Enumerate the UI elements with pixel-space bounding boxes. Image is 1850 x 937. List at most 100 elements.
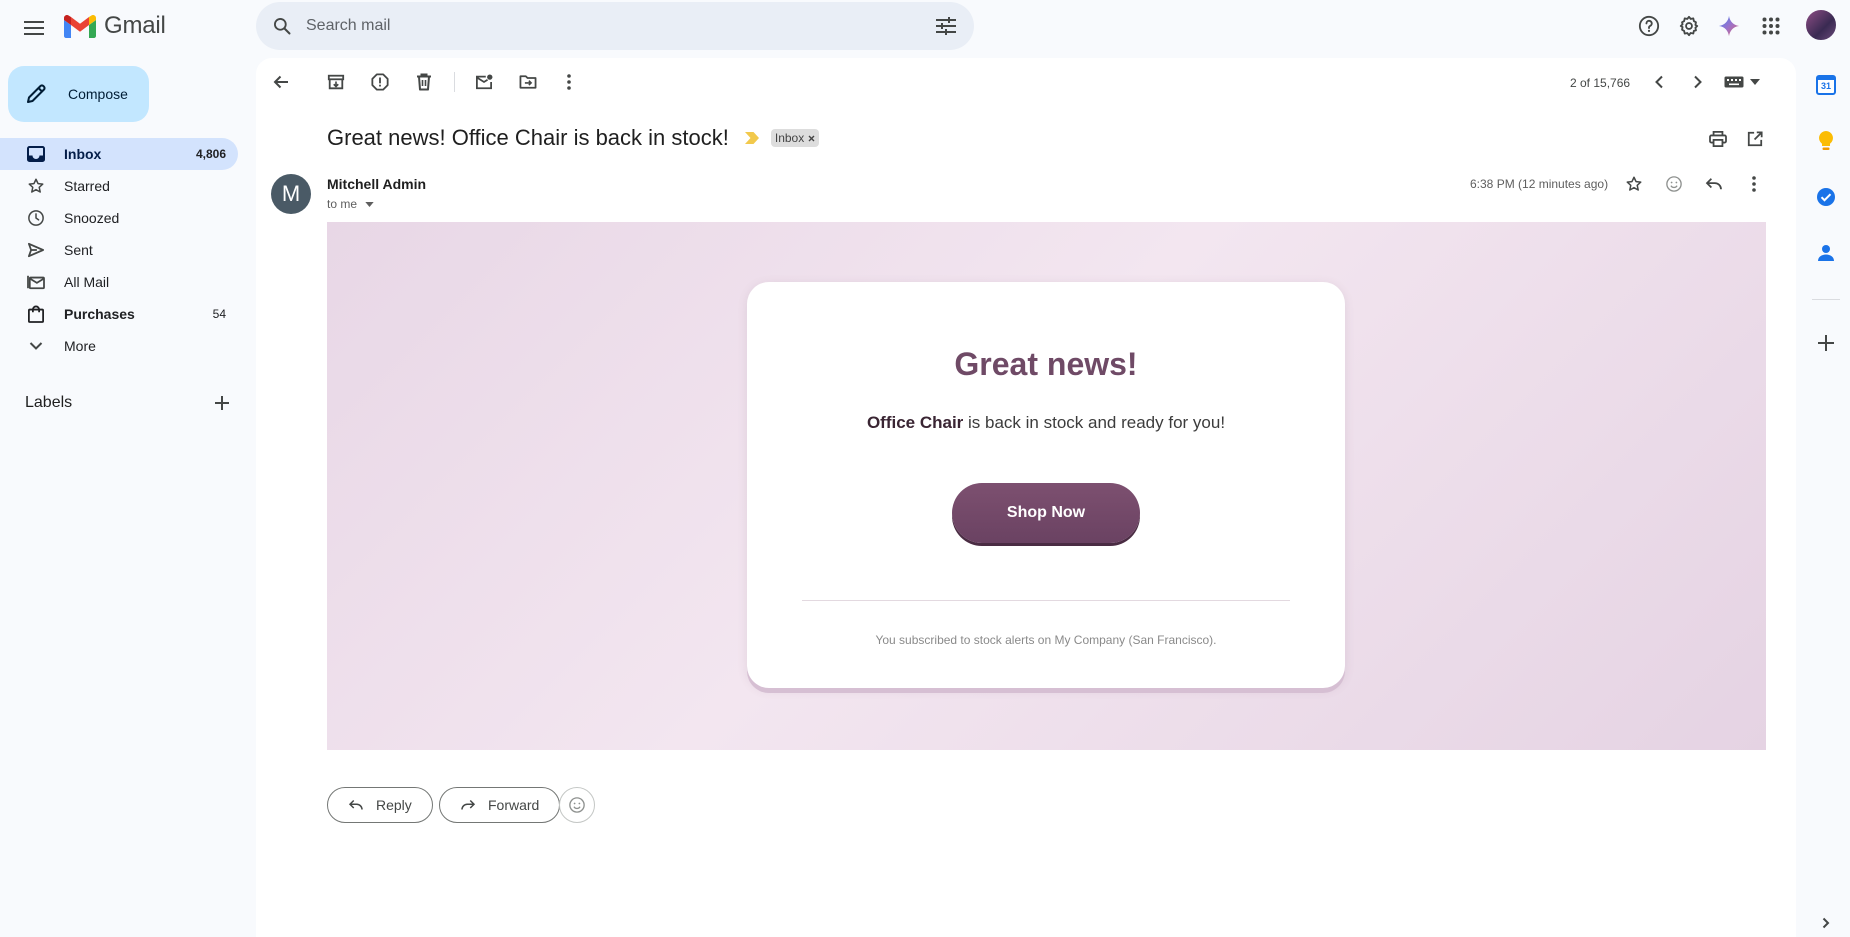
sidebar-item-label: Sent [64,242,93,258]
forward-button[interactable]: Forward [439,787,561,823]
message-more-button[interactable] [1736,166,1772,202]
email-heading: Great news! [954,346,1138,382]
archive-icon [327,73,345,91]
reply-label: Reply [376,797,412,813]
emoji-icon [1665,175,1683,193]
show-side-panel-button[interactable] [1808,910,1844,936]
sidebar-item-label: More [64,338,96,354]
move-to-button[interactable] [510,64,546,100]
contacts-person-icon [1818,244,1834,262]
apps-grid-icon[interactable] [1751,6,1791,46]
contacts-app-button[interactable] [1808,235,1844,271]
sender-name[interactable]: Mitchell Admin [327,176,426,192]
sidebar-item-label: Snoozed [64,210,120,226]
label-chip-text: Inbox [774,131,805,145]
keep-app-button[interactable] [1808,123,1844,159]
subject-row: Great news! Office Chair is back in stoc… [327,125,820,151]
pencil-icon [24,82,48,106]
search-bar[interactable] [256,2,974,50]
search-options-icon[interactable] [926,6,966,46]
label-chip-inbox[interactable]: Inbox [770,129,820,147]
hamburger-icon [24,21,44,35]
help-icon[interactable] [1629,6,1669,46]
recipient-details[interactable]: to me [327,197,374,211]
back-button[interactable] [263,64,299,100]
settings-gear-icon[interactable] [1669,6,1709,46]
delete-button[interactable] [406,64,442,100]
sidebar-item-purchases[interactable]: Purchases 54 [0,298,238,330]
star-outline-icon [1625,175,1643,193]
keyboard-icon [1724,76,1744,88]
more-actions-button[interactable] [551,64,587,100]
sidebar-item-inbox[interactable]: Inbox 4,806 [0,138,238,170]
mark-unread-icon [475,74,493,90]
compose-label: Compose [68,86,128,102]
search-input[interactable] [306,17,926,35]
emoji-reaction-button[interactable] [559,787,595,823]
tasks-app-button[interactable] [1808,179,1844,215]
emoji-icon [568,796,586,814]
calendar-day: 31 [1820,81,1831,91]
reply-icon [346,795,366,815]
sidebar-item-all-mail[interactable]: All Mail [0,266,238,298]
important-marker-icon[interactable] [744,132,759,144]
reply-icon-button[interactable] [1696,166,1732,202]
email-card: Great news! Office Chair is back in stoc… [747,282,1345,688]
trash-icon [416,73,432,91]
all-mail-icon [26,272,46,292]
message-subject: Great news! Office Chair is back in stoc… [327,125,729,150]
labels-header: Labels [25,388,237,418]
archive-button[interactable] [318,64,354,100]
sidebar-nav: Inbox 4,806 Starred Snoozed Sent All Mai… [0,138,256,362]
email-divider [802,600,1290,601]
print-all-button[interactable] [1700,121,1736,157]
more-vertical-icon [1752,176,1756,192]
sidebar-item-count: 54 [212,307,226,321]
calendar-icon: 31 [1816,75,1836,95]
add-label-icon[interactable] [207,388,237,418]
caret-down-icon [1750,79,1760,85]
recipient-text: to me [327,197,358,211]
sidebar-item-label: Purchases [64,306,135,322]
sidebar-item-sent[interactable]: Sent [0,234,238,266]
account-avatar[interactable] [1804,8,1838,42]
inbox-icon [26,144,46,164]
gemini-sparkle-icon[interactable] [1709,6,1749,46]
forward-icon [458,795,478,815]
gmail-m-icon [64,14,96,38]
report-spam-icon [371,73,389,91]
shopping-bag-icon [26,304,46,324]
sidebar-item-starred[interactable]: Starred [0,170,238,202]
remove-label-icon[interactable] [808,135,815,142]
clock-icon [26,208,46,228]
compose-button[interactable]: Compose [8,66,149,122]
mark-unread-button[interactable] [466,64,502,100]
open-new-window-button[interactable] [1737,121,1773,157]
email-message-rest: is back in stock and ready for you! [963,413,1226,432]
calendar-app-button[interactable]: 31 [1808,67,1844,103]
chevron-right-icon [1693,75,1703,89]
report-spam-button[interactable] [362,64,398,100]
reply-button[interactable]: Reply [327,787,433,823]
sender-avatar[interactable]: M [271,174,311,214]
search-icon[interactable] [258,2,306,50]
get-addons-button[interactable] [1808,325,1844,361]
sidebar-item-label: All Mail [64,274,110,290]
product-name: Office Chair [866,413,964,432]
newer-button[interactable] [1641,64,1677,100]
sidebar-item-more[interactable]: More [0,330,238,362]
labels-title: Labels [25,394,73,411]
star-message-button[interactable] [1616,166,1652,202]
shop-now-button[interactable]: Shop Now [952,483,1140,543]
print-icon [1709,131,1727,147]
gmail-logo[interactable]: Gmail [64,12,166,40]
plus-icon [1818,335,1834,351]
main-menu-button[interactable] [16,10,52,46]
older-button[interactable] [1680,64,1716,100]
open-in-new-icon [1747,131,1763,147]
sidebar-item-snoozed[interactable]: Snoozed [0,202,238,234]
forward-label: Forward [488,797,540,813]
input-tools-button[interactable] [1724,72,1764,92]
email-footer: You subscribed to stock alerts on My Com… [875,633,1217,647]
add-reaction-button[interactable] [1656,166,1692,202]
